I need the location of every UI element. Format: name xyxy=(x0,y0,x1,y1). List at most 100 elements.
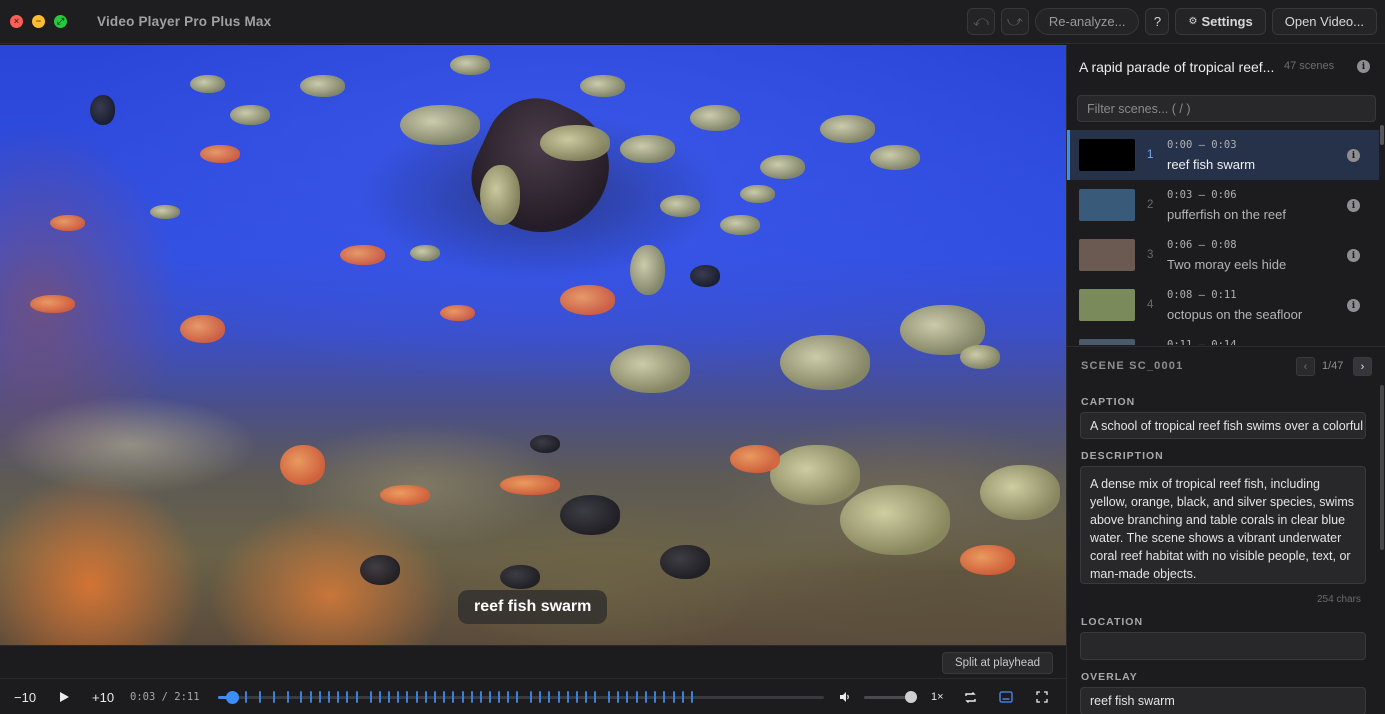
skip-forward-button[interactable]: +10 xyxy=(92,679,114,714)
filter-scenes-input[interactable] xyxy=(1077,95,1376,122)
fish xyxy=(410,245,440,261)
info-icon[interactable]: i xyxy=(1347,299,1360,312)
scene-marker[interactable] xyxy=(259,691,262,703)
scene-marker[interactable] xyxy=(346,691,349,703)
location-field[interactable] xyxy=(1080,632,1366,660)
scene-row[interactable]: 50:11 — 0:14 xyxy=(1067,330,1379,345)
scene-marker[interactable] xyxy=(396,691,399,703)
info-icon[interactable]: i xyxy=(1347,149,1360,162)
scene-list-scrollbar[interactable] xyxy=(1380,125,1384,145)
redo-button[interactable]: ⤻ xyxy=(1000,8,1029,35)
scene-marker[interactable] xyxy=(516,691,519,703)
scene-marker[interactable] xyxy=(328,691,331,703)
scene-marker[interactable] xyxy=(470,691,473,703)
help-button[interactable]: ? xyxy=(1145,8,1170,35)
scene-marker[interactable] xyxy=(585,691,588,703)
scene-marker[interactable] xyxy=(406,691,409,703)
scene-marker[interactable] xyxy=(319,691,322,703)
split-at-playhead-button[interactable]: Split at playhead xyxy=(941,652,1053,674)
scene-row[interactable]: 4 0:08 — 0:11 octopus on the seafloor i xyxy=(1067,280,1379,330)
scene-marker[interactable] xyxy=(424,691,427,703)
scene-marker[interactable] xyxy=(355,691,358,703)
fish xyxy=(30,295,75,313)
detail-scrollbar[interactable] xyxy=(1380,385,1384,550)
scene-marker[interactable] xyxy=(576,691,579,703)
scene-marker[interactable] xyxy=(433,691,436,703)
scene-marker[interactable] xyxy=(461,691,464,703)
scene-marker[interactable] xyxy=(442,691,445,703)
overlay-field[interactable]: reef fish swarm xyxy=(1080,687,1366,714)
settings-button[interactable]: ⚙ Settings xyxy=(1175,8,1266,35)
scene-marker[interactable] xyxy=(626,691,629,703)
speed-button[interactable]: 1× xyxy=(931,679,944,714)
description-field[interactable]: A dense mix of tropical reef fish, inclu… xyxy=(1080,466,1366,584)
scene-marker[interactable] xyxy=(594,691,597,703)
scene-marker[interactable] xyxy=(507,691,510,703)
fish xyxy=(50,215,85,231)
scene-thumbnail xyxy=(1079,239,1135,271)
scene-marker[interactable] xyxy=(310,691,313,703)
scene-marker[interactable] xyxy=(497,691,500,703)
scene-row[interactable]: 3 0:06 — 0:08 Two moray eels hide i xyxy=(1067,230,1379,280)
undo-button[interactable]: ⤺ xyxy=(966,8,995,35)
fish xyxy=(90,95,115,125)
scene-marker[interactable] xyxy=(479,691,482,703)
loop-button[interactable] xyxy=(964,679,977,714)
scene-marker[interactable] xyxy=(539,691,542,703)
speaker-icon xyxy=(840,692,849,702)
scene-page-indicator: 1/47 xyxy=(1322,360,1344,372)
fish xyxy=(660,545,710,579)
fish xyxy=(690,105,740,131)
scene-marker[interactable] xyxy=(300,691,303,703)
scene-marker[interactable] xyxy=(654,691,657,703)
zoom-window-button[interactable]: ⤢ xyxy=(54,15,67,28)
scene-row[interactable]: 1 0:00 — 0:03 reef fish swarm i xyxy=(1067,130,1379,180)
info-icon[interactable]: i xyxy=(1357,60,1370,73)
skip-back-button[interactable]: −10 xyxy=(14,679,36,714)
playhead-handle[interactable] xyxy=(225,691,239,704)
next-scene-button[interactable]: › xyxy=(1353,357,1372,376)
caption-label: CAPTION xyxy=(1081,396,1136,408)
fullscreen-button[interactable] xyxy=(1036,679,1048,714)
caption-field[interactable]: A school of tropical reef fish swims ove… xyxy=(1080,412,1366,439)
scene-marker[interactable] xyxy=(369,691,372,703)
scene-marker[interactable] xyxy=(645,691,648,703)
close-window-button[interactable]: × xyxy=(10,15,23,28)
play-button[interactable] xyxy=(58,679,70,714)
scene-row[interactable]: 2 0:03 — 0:06 pufferfish on the reef i xyxy=(1067,180,1379,230)
scene-marker[interactable] xyxy=(617,691,620,703)
scene-detail-header: SCENE SC_0001 ‹ 1/47 › xyxy=(1067,346,1385,382)
scene-marker[interactable] xyxy=(567,691,570,703)
scene-marker[interactable] xyxy=(378,691,381,703)
reanalyze-button[interactable]: Re-analyze... xyxy=(1034,8,1140,35)
video-frame[interactable]: reef fish swarm xyxy=(0,45,1066,645)
scene-marker[interactable] xyxy=(690,691,693,703)
scene-marker[interactable] xyxy=(451,691,454,703)
scene-marker[interactable] xyxy=(663,691,666,703)
volume-button[interactable] xyxy=(839,679,851,714)
scene-time-range: 0:11 — 0:14 xyxy=(1167,339,1237,345)
scene-marker[interactable] xyxy=(557,691,560,703)
scene-marker[interactable] xyxy=(415,691,418,703)
scene-marker[interactable] xyxy=(488,691,491,703)
info-icon[interactable]: i xyxy=(1347,199,1360,212)
scene-marker[interactable] xyxy=(273,691,276,703)
scene-marker[interactable] xyxy=(672,691,675,703)
scene-marker[interactable] xyxy=(287,691,290,703)
scene-marker[interactable] xyxy=(530,691,533,703)
scene-marker[interactable] xyxy=(608,691,611,703)
captions-toggle-button[interactable] xyxy=(999,679,1013,714)
timeline-scrubber[interactable] xyxy=(218,691,824,704)
scene-marker[interactable] xyxy=(548,691,551,703)
prev-scene-button[interactable]: ‹ xyxy=(1296,357,1315,376)
scene-marker[interactable] xyxy=(387,691,390,703)
open-video-button[interactable]: Open Video... xyxy=(1271,8,1377,35)
minimize-window-button[interactable]: − xyxy=(32,15,45,28)
scene-marker[interactable] xyxy=(245,691,248,703)
volume-handle[interactable] xyxy=(904,691,917,703)
scene-marker[interactable] xyxy=(635,691,638,703)
scene-marker[interactable] xyxy=(337,691,340,703)
scene-marker[interactable] xyxy=(681,691,684,703)
location-label: LOCATION xyxy=(1081,616,1144,628)
info-icon[interactable]: i xyxy=(1347,249,1360,262)
